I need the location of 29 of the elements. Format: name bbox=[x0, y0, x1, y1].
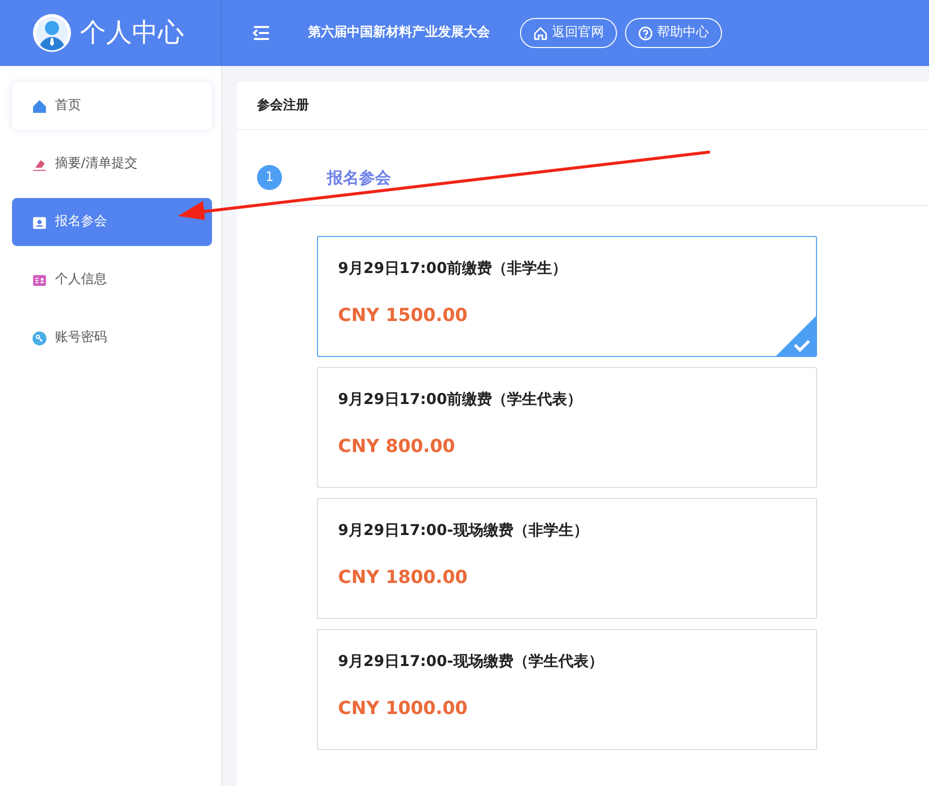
app-title: 个人中心 bbox=[80, 16, 184, 50]
home-button[interactable]: 返回官网 bbox=[520, 18, 617, 48]
option-price: CNY 1500.00 bbox=[338, 304, 469, 328]
conference-title: 第六届中国新材料产业发展大会 bbox=[308, 24, 490, 42]
option-price: CNY 800.00 bbox=[338, 434, 456, 458]
avatar-icon bbox=[32, 13, 72, 53]
help-button[interactable]: 帮助中心 bbox=[625, 18, 722, 48]
option-name: 9月29日17:00-现场缴费（非学生） bbox=[338, 520, 590, 541]
sidebar-item[interactable]: 个人信息 bbox=[12, 256, 212, 304]
home-icon bbox=[533, 26, 548, 40]
option-name: 9月29日17:00-现场缴费（学生代表） bbox=[338, 651, 604, 672]
menu-icon[interactable] bbox=[252, 26, 270, 40]
option-name: 9月29日17:00前缴费（非学生） bbox=[338, 258, 568, 279]
step-number: 1 bbox=[257, 165, 282, 190]
help-icon bbox=[638, 26, 653, 40]
panel-title: 参会注册 bbox=[257, 96, 309, 115]
check-icon bbox=[776, 316, 816, 356]
option-name: 9月29日17:00前缴费（学生代表） bbox=[338, 389, 584, 410]
sidebar-item[interactable]: 摘要/清单提交 bbox=[12, 140, 212, 188]
step-label: 报名参会 bbox=[327, 166, 391, 188]
option-price: CNY 1800.00 bbox=[338, 566, 469, 590]
sidebar-item[interactable]: 报名参会 bbox=[12, 198, 212, 246]
price-option-card[interactable]: 9月29日17:00前缴费（非学生） CNY 1500.00 bbox=[317, 236, 817, 357]
price-option-card[interactable]: 9月29日17:00-现场缴费（非学生） CNY 1800.00 bbox=[317, 498, 817, 619]
sidebar-item[interactable]: 首页 bbox=[12, 82, 212, 130]
option-price: CNY 1000.00 bbox=[338, 696, 469, 720]
price-option-card[interactable]: 9月29日17:00前缴费（学生代表） CNY 800.00 bbox=[317, 367, 817, 488]
price-option-card[interactable]: 9月29日17:00-现场缴费（学生代表） CNY 1000.00 bbox=[317, 629, 817, 750]
sidebar-item[interactable]: 账号密码 bbox=[12, 314, 212, 362]
